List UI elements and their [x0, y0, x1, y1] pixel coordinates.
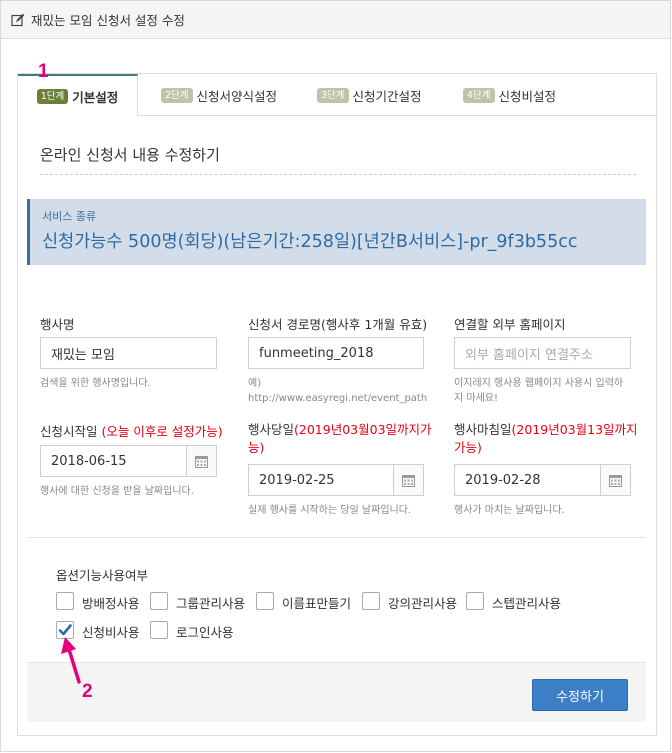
panel-header: 재밌는 모임 신청서 설정 수정	[1, 1, 670, 39]
submit-button[interactable]: 수정하기	[532, 679, 628, 711]
help-line: 지 마세요!	[454, 393, 498, 404]
checkbox-label: 방배정사용	[82, 596, 140, 611]
annotation-arrow-icon	[61, 637, 81, 684]
checkbox-label: 이름표만들기	[282, 596, 352, 611]
apply-start-date[interactable]: 2018-06-15	[40, 445, 217, 477]
label-note: (오늘 이후로 설정가능)	[101, 424, 223, 439]
path-name-help: 예) http://www.easyregi.net/event_path	[248, 376, 427, 406]
service-caption: 서비스 종류	[42, 210, 97, 223]
section-title: 온라인 신청서 내용 수정하기	[40, 146, 220, 164]
checkbox-label: 스텝관리사용	[492, 596, 562, 611]
tab-label: 신청서양식설정	[196, 88, 278, 104]
label-text: 신청시작일	[40, 424, 102, 439]
group-manage-checkbox[interactable]	[150, 592, 168, 610]
step-badge: 4단계	[463, 87, 495, 103]
event-name-input[interactable]: 재밌는 모임	[40, 337, 217, 369]
form-footer: 수정하기	[27, 662, 646, 722]
label-text: 행사마침일	[454, 422, 512, 437]
event-name-label: 행사명	[40, 317, 75, 332]
event-end-help: 행사가 마치는 날짜입니다.	[454, 505, 565, 516]
checkbox-label: 로그인사용	[176, 625, 234, 640]
homepage-label: 연결할 외부 홈페이지	[454, 317, 566, 332]
divider	[27, 537, 646, 538]
settings-panel: 재밌는 모임 신청서 설정 수정 1단계 기본설정 2단계 신청서양식설정 3단…	[0, 0, 671, 752]
homepage-help: 이지레지 행사용 웹페이지 사용시 입력하 지 마세요!	[454, 376, 623, 406]
service-info-box: 서비스 종류 신청가능수 500명(회당)(남은기간:258일)[년간B서비스]…	[27, 199, 646, 265]
path-name-input[interactable]: funmeeting_2018	[248, 337, 424, 369]
label-note: (2019년03월03일까지가	[294, 422, 432, 437]
apply-start-help: 행사에 대한 신청을 받을 날짜입니다.	[40, 486, 194, 497]
tab-basic-settings[interactable]: 1단계 기본설정	[18, 74, 138, 117]
event-end-date[interactable]: 2019-02-28	[454, 464, 631, 496]
annotation-marker-2: 2	[82, 681, 93, 702]
checkbox-label: 그룹관리사용	[176, 596, 246, 611]
tab-label: 신청비설정	[498, 88, 557, 104]
tab-period-settings[interactable]: 3단계 신청기간설정	[317, 74, 422, 116]
help-line: http://www.easyregi.net/event_path	[248, 393, 428, 404]
label-note: 능)	[248, 440, 265, 455]
homepage-input[interactable]: 외부 홈페이지 연결주소	[454, 337, 631, 369]
step-badge: 3단계	[317, 87, 349, 103]
label-text: 행사당일	[248, 422, 295, 437]
calendar-icon[interactable]	[186, 446, 216, 476]
login-use-checkbox[interactable]	[150, 621, 168, 639]
tab-form-settings[interactable]: 2단계 신청서양식설정	[161, 74, 277, 116]
path-name-label: 신청서 경로명(행사후 1개월 유효)	[248, 317, 428, 332]
date-value: 2019-02-25	[259, 472, 335, 488]
staff-manage-checkbox[interactable]	[466, 592, 484, 610]
form-container: 1단계 기본설정 2단계 신청서양식설정 3단계 신청기간설정 4단계 신청비설…	[17, 73, 657, 736]
lecture-manage-checkbox[interactable]	[362, 592, 380, 610]
room-assign-checkbox[interactable]	[56, 592, 74, 610]
apply-start-label: 신청시작일 (오늘 이후로 설정가능)	[40, 421, 223, 440]
step-badge: 2단계	[161, 87, 193, 103]
date-value: 2018-06-15	[51, 453, 127, 469]
event-day-help: 실제 행사를 시작하는 당일 날짜입니다.	[248, 505, 412, 516]
tab-fee-settings[interactable]: 4단계 신청비설정	[463, 74, 556, 116]
help-line: 예)	[248, 378, 262, 389]
annotation-marker-1: 1	[38, 61, 49, 82]
options-title: 옵션기능사용여부	[56, 568, 149, 583]
service-value: 신청가능수 500명(회당)(남은기간:258일)[년간B서비스]-pr_9f3…	[42, 232, 578, 252]
help-line: 이지레지 행사용 웹페이지 사용시 입력하	[454, 378, 624, 389]
checkbox-label: 강의관리사용	[388, 596, 458, 611]
divider	[40, 174, 636, 175]
edit-icon	[11, 13, 25, 26]
label-note: 가능)	[454, 440, 482, 455]
step-tabs: 1단계 기본설정 2단계 신청서양식설정 3단계 신청기간설정 4단계 신청비설…	[18, 74, 656, 117]
step-badge: 1단계	[36, 88, 69, 104]
event-day-date[interactable]: 2019-02-25	[248, 464, 424, 496]
event-day-label: 행사당일(2019년03월03일까지가 능)	[248, 421, 432, 457]
calendar-icon[interactable]	[600, 465, 630, 495]
label-note: (2019년03월13일까지	[511, 422, 638, 437]
name-tag-checkbox[interactable]	[256, 592, 274, 610]
calendar-icon[interactable]	[393, 465, 423, 495]
date-value: 2019-02-28	[465, 472, 541, 488]
tab-label: 기본설정	[72, 89, 119, 105]
tab-label: 신청기간설정	[352, 88, 422, 104]
event-name-help: 검색을 위한 행사명입니다.	[40, 378, 151, 389]
page-title: 재밌는 모임 신청서 설정 수정	[31, 13, 185, 28]
event-end-label: 행사마침일(2019년03월13일까지 가능)	[454, 421, 638, 457]
